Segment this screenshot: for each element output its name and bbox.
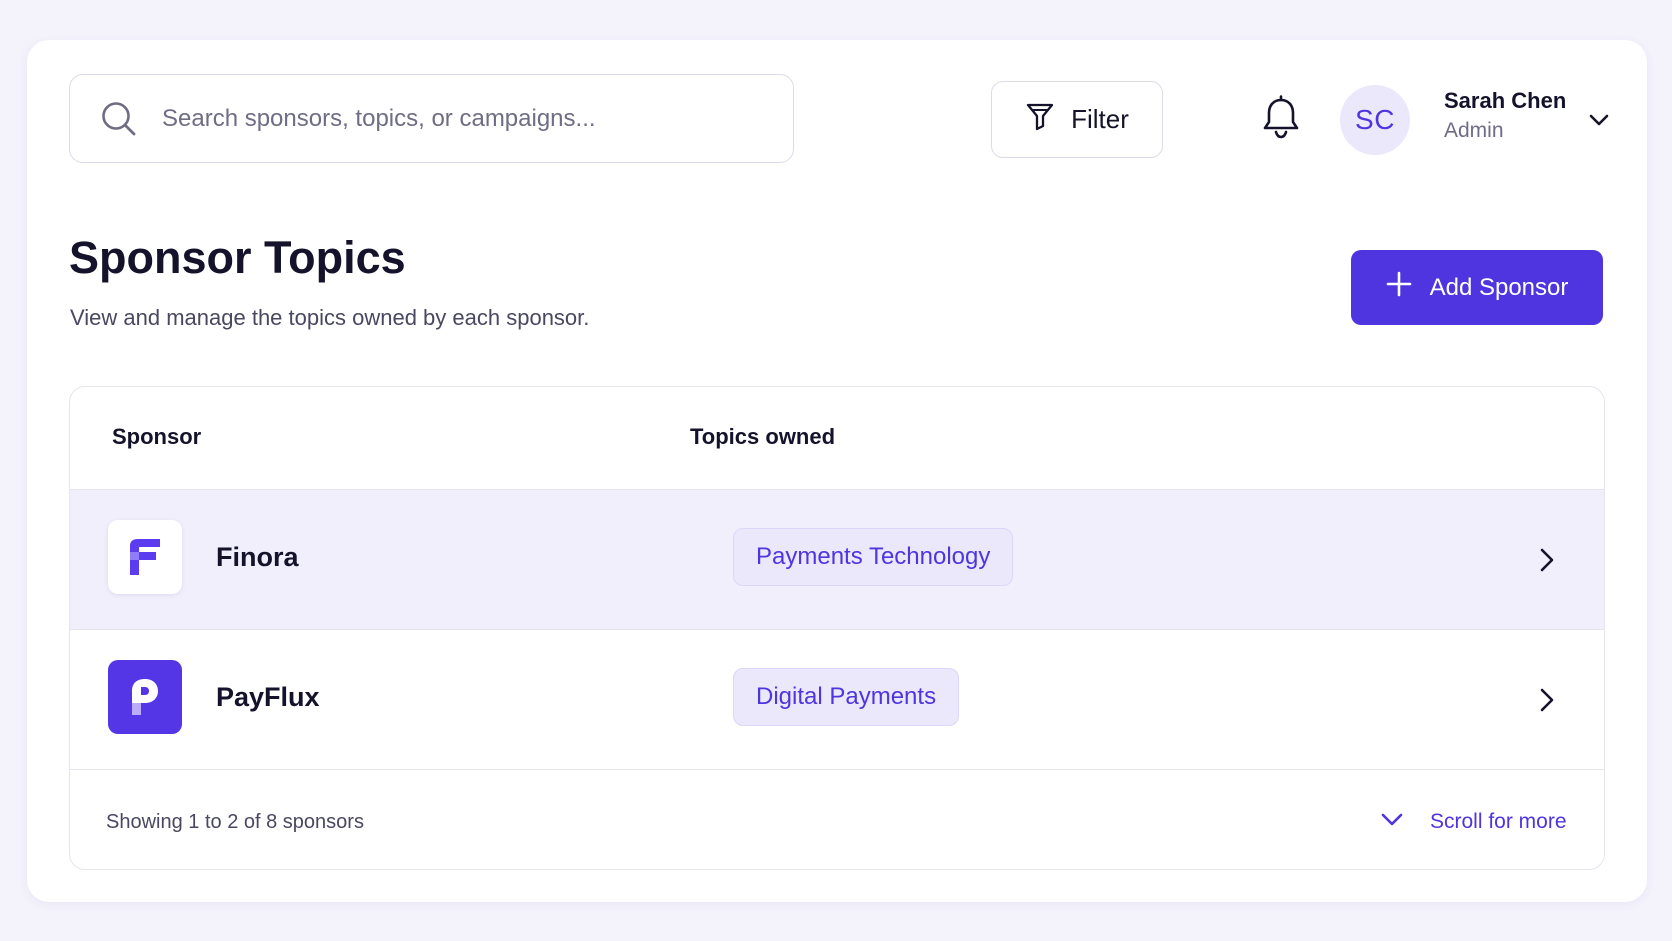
scroll-for-more-link[interactable]: Scroll for more xyxy=(1380,810,1567,834)
bell-icon[interactable] xyxy=(1261,95,1303,139)
search-icon xyxy=(100,99,140,139)
page-title: Sponsor Topics xyxy=(69,232,406,283)
table-row[interactable]: P PayFlux Digital Payments xyxy=(70,630,1604,770)
scroll-for-more-label: Scroll for more xyxy=(1430,810,1567,833)
page-subtitle: View and manage the topics owned by each… xyxy=(70,305,590,330)
topic-tag[interactable]: Digital Payments xyxy=(733,668,960,726)
filter-button[interactable]: Filter xyxy=(991,81,1163,158)
pagination-summary: Showing 1 to 2 of 8 sponsors xyxy=(106,811,364,833)
search-box[interactable] xyxy=(69,74,794,163)
chevron-down-icon xyxy=(1380,810,1404,834)
table-footer: Showing 1 to 2 of 8 sponsors Scroll for … xyxy=(70,770,1604,869)
sponsor-name: PayFlux xyxy=(216,682,320,712)
payflux-logo: P xyxy=(108,660,182,734)
column-header-sponsor: Sponsor xyxy=(112,424,202,449)
avatar[interactable]: SC xyxy=(1340,85,1410,155)
plus-icon xyxy=(1386,271,1412,304)
table-row[interactable]: F Finora Payments Technology xyxy=(70,490,1604,630)
user-name[interactable]: Sarah Chen xyxy=(1444,88,1566,114)
sponsor-table: Sponsor Topics owned F Finora Payments T… xyxy=(69,386,1605,870)
chevron-right-icon[interactable] xyxy=(1536,686,1556,714)
chevron-down-icon[interactable] xyxy=(1587,108,1611,132)
filter-label: Filter xyxy=(1071,104,1129,134)
sponsor-name: Finora xyxy=(216,542,299,572)
chevron-right-icon[interactable] xyxy=(1536,546,1556,574)
add-sponsor-button[interactable]: Add Sponsor xyxy=(1351,250,1603,325)
filter-icon xyxy=(1025,101,1055,138)
avatar-initials: SC xyxy=(1355,104,1395,135)
user-role: Admin xyxy=(1444,119,1504,142)
column-header-topics: Topics owned xyxy=(690,424,836,449)
search-input[interactable] xyxy=(162,104,722,133)
finora-logo: F xyxy=(108,520,182,594)
topic-tag[interactable]: Payments Technology xyxy=(733,528,1014,586)
table-header: Sponsor Topics owned xyxy=(70,387,1604,490)
main-card: Filter SC Sarah Chen Admin Sponsor Topic… xyxy=(27,40,1647,902)
add-sponsor-label: Add Sponsor xyxy=(1429,273,1569,301)
